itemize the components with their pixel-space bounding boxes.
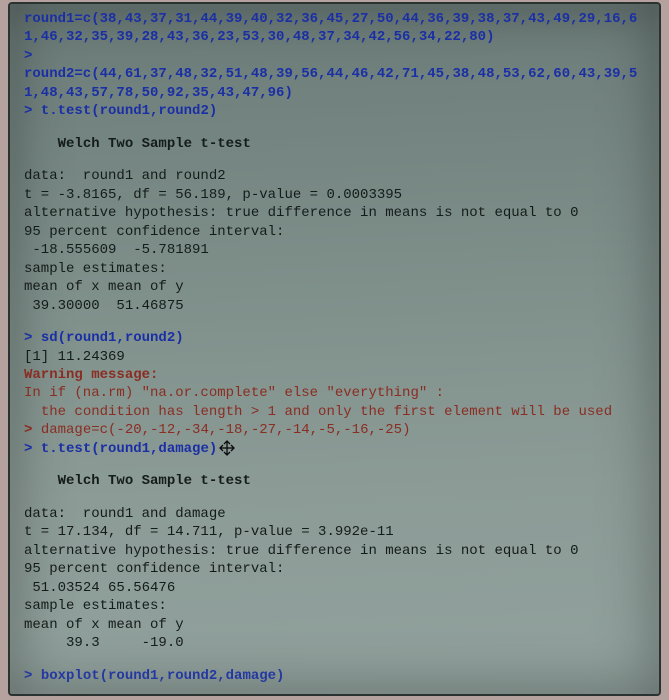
ttest1-data: data: round1 and round2 <box>24 167 645 185</box>
cmd-round2-assign: round2=c(44,61,37,48,32,51,48,39,56,44,4… <box>24 65 645 102</box>
prompt: > <box>24 668 41 684</box>
prompt: > <box>24 103 41 119</box>
cmd-ttest1-line: > t.test(round1,round2) <box>24 102 645 120</box>
r-console-output[interactable]: round1=c(38,43,37,31,44,39,40,32,36,45,2… <box>8 2 661 696</box>
ttest1-est-labels: mean of x mean of y <box>24 278 645 296</box>
move-cursor-icon <box>219 440 235 456</box>
ttest2-title: Welch Two Sample t-test <box>24 472 645 490</box>
cmd-sd: sd(round1,round2) <box>41 330 184 346</box>
cmd-sd-line: > sd(round1,round2) <box>24 329 645 347</box>
blank-line <box>24 315 645 329</box>
cmd-ttest1: t.test(round1,round2) <box>41 103 217 119</box>
ttest2-est-header: sample estimates: <box>24 597 645 615</box>
cmd-round1-assign: round1=c(38,43,37,31,44,39,40,32,36,45,2… <box>24 10 645 47</box>
warning-line2: the condition has length > 1 and only th… <box>24 403 645 421</box>
blank-line <box>24 153 645 167</box>
ttest1-title: Welch Two Sample t-test <box>24 135 645 153</box>
cmd-damage-line: > damage=c(-20,-12,-34,-18,-27,-14,-5,-1… <box>24 421 645 439</box>
ttest1-alt: alternative hypothesis: true difference … <box>24 204 645 222</box>
ttest2-data: data: round1 and damage <box>24 505 645 523</box>
cmd-boxplot: boxplot(round1,round2,damage) <box>41 668 285 684</box>
ttest2-stats: t = 17.134, df = 14.711, p-value = 3.992… <box>24 523 645 541</box>
ttest1-ci-values: -18.555609 -5.781891 <box>24 241 645 259</box>
warning-line1: In if (na.rm) "na.or.complete" else "eve… <box>24 384 645 402</box>
prompt: > <box>24 441 41 457</box>
sd-output: [1] 11.24369 <box>24 348 645 366</box>
warning-header: Warning message: <box>24 366 645 384</box>
ttest2-ci-header: 95 percent confidence interval: <box>24 560 645 578</box>
ttest2-est-values: 39.3 -19.0 <box>24 634 645 652</box>
cmd-damage: damage=c(-20,-12,-34,-18,-27,-14,-5,-16,… <box>41 422 411 438</box>
cmd-ttest2-line: > t.test(round1,damage) <box>24 440 645 458</box>
cmd-ttest2: t.test(round1,damage) <box>41 441 217 457</box>
blank-line <box>24 653 645 667</box>
ttest1-est-header: sample estimates: <box>24 260 645 278</box>
ttest1-ci-header: 95 percent confidence interval: <box>24 223 645 241</box>
blank-line <box>24 491 645 505</box>
ttest1-est-values: 39.30000 51.46875 <box>24 297 645 315</box>
ttest2-ci-values: 51.03524 65.56476 <box>24 579 645 597</box>
prompt: > <box>24 422 41 438</box>
cmd-boxplot-line: > boxplot(round1,round2,damage) <box>24 667 645 685</box>
prompt: > <box>24 330 41 346</box>
prompt-blank: > <box>24 47 645 65</box>
ttest2-alt: alternative hypothesis: true difference … <box>24 542 645 560</box>
blank-line <box>24 458 645 472</box>
ttest1-stats: t = -3.8165, df = 56.189, p-value = 0.00… <box>24 186 645 204</box>
ttest2-est-labels: mean of x mean of y <box>24 616 645 634</box>
blank-line <box>24 121 645 135</box>
